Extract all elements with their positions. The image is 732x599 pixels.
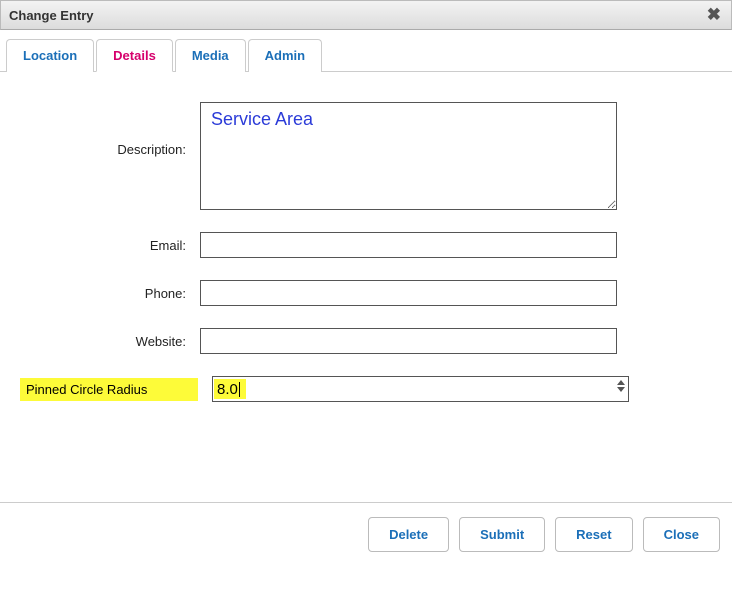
form-area: Description: Service Area Email: Phone: …: [0, 72, 732, 502]
description-textarea[interactable]: Service Area: [200, 102, 617, 210]
tab-admin[interactable]: Admin: [248, 39, 322, 72]
radius-highlight: [214, 379, 246, 399]
close-icon[interactable]: ✖: [703, 5, 725, 25]
website-input[interactable]: [200, 328, 617, 354]
label-description: Description:: [20, 102, 200, 157]
dialog-title: Change Entry: [9, 8, 94, 23]
row-radius: Pinned Circle Radius 8.0: [20, 376, 712, 402]
label-email: Email:: [20, 238, 200, 253]
tab-media[interactable]: Media: [175, 39, 246, 72]
label-phone: Phone:: [20, 286, 200, 301]
close-button[interactable]: Close: [643, 517, 720, 552]
radius-spinner: [617, 380, 625, 392]
tab-details[interactable]: Details: [96, 39, 173, 72]
radius-field-wrap: 8.0: [212, 376, 629, 402]
spinner-down-icon[interactable]: [617, 387, 625, 392]
label-website: Website:: [20, 334, 200, 349]
submit-button[interactable]: Submit: [459, 517, 545, 552]
row-phone: Phone:: [20, 280, 712, 306]
phone-input[interactable]: [200, 280, 617, 306]
label-radius: Pinned Circle Radius: [20, 378, 198, 401]
delete-button[interactable]: Delete: [368, 517, 449, 552]
tabs: Location Details Media Admin: [0, 30, 732, 72]
email-input[interactable]: [200, 232, 617, 258]
radius-input[interactable]: [212, 376, 629, 402]
spinner-up-icon[interactable]: [617, 380, 625, 385]
row-website: Website:: [20, 328, 712, 354]
row-email: Email:: [20, 232, 712, 258]
row-description: Description: Service Area: [20, 102, 712, 210]
dialog-header: Change Entry ✖: [0, 0, 732, 30]
tab-location[interactable]: Location: [6, 39, 94, 72]
dialog-footer: Delete Submit Reset Close: [0, 502, 732, 566]
reset-button[interactable]: Reset: [555, 517, 632, 552]
